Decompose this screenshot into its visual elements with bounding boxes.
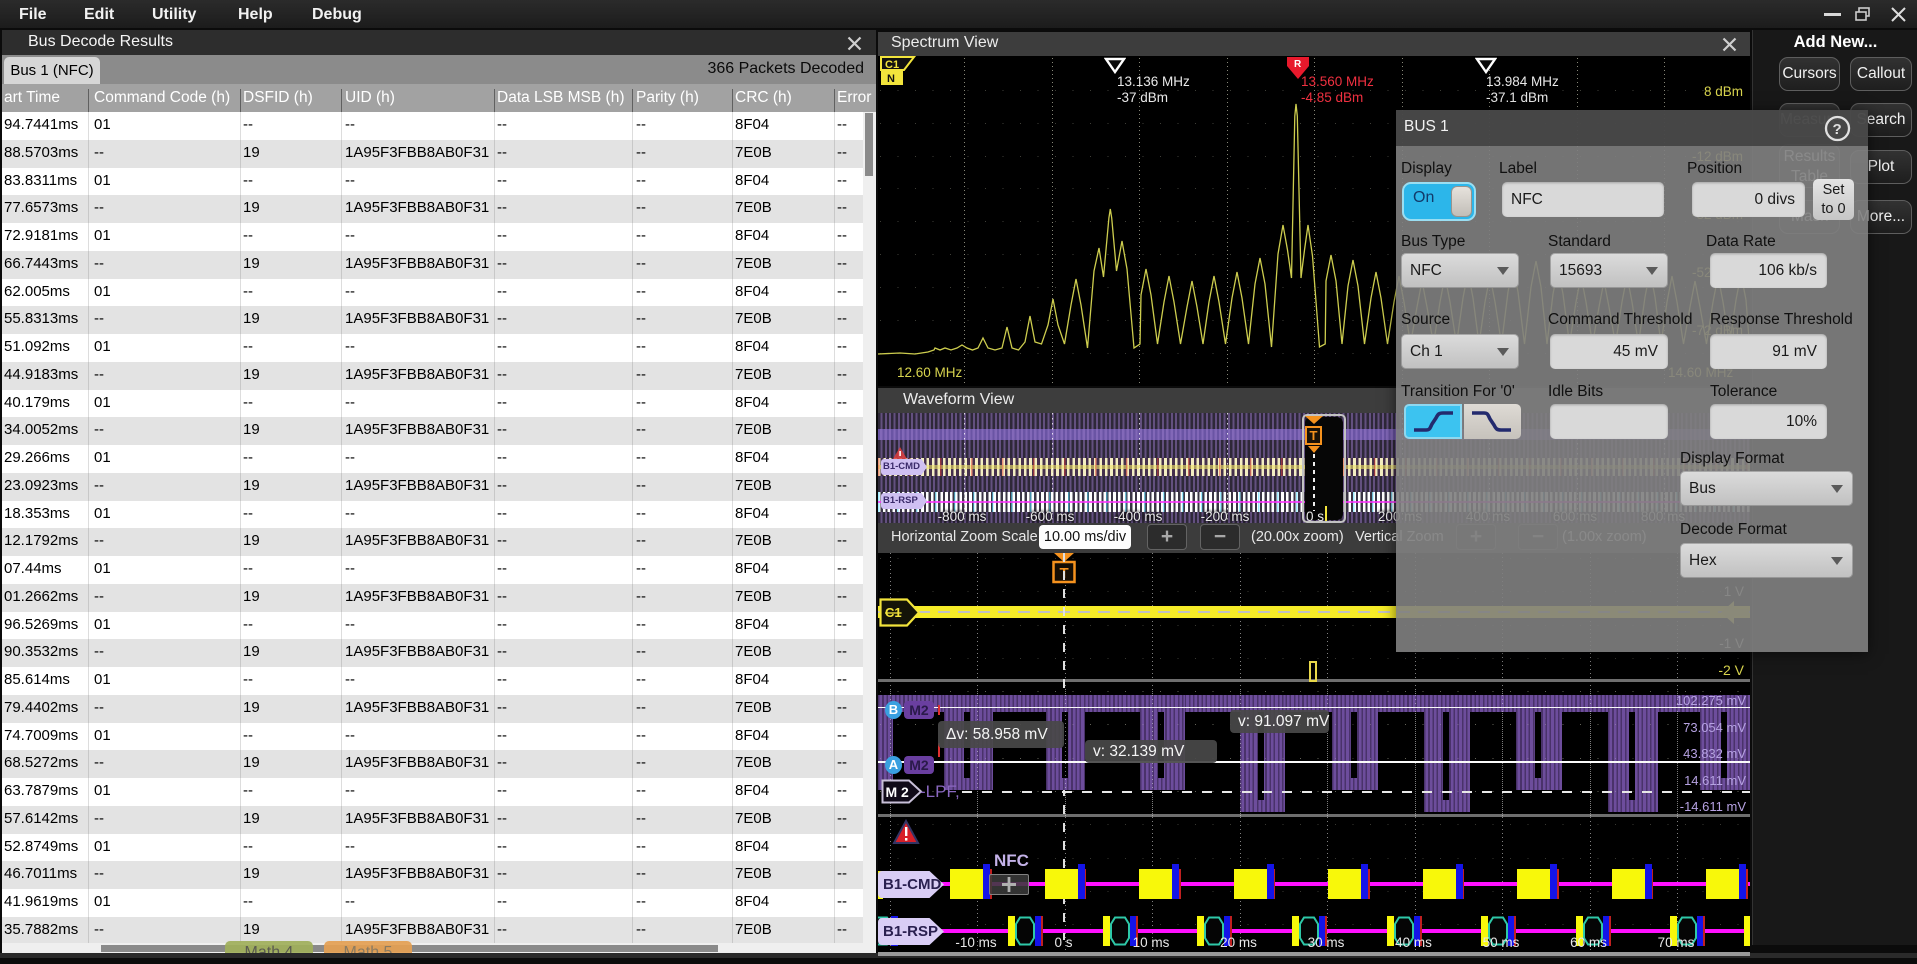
svg-text:M 2: M 2 — [886, 784, 910, 800]
svg-text:R: R — [1294, 59, 1302, 70]
svg-text:N: N — [887, 73, 895, 85]
svg-text:?: ? — [1833, 121, 1842, 138]
svg-text:C1: C1 — [885, 59, 899, 71]
svg-text:C1: C1 — [885, 605, 902, 620]
